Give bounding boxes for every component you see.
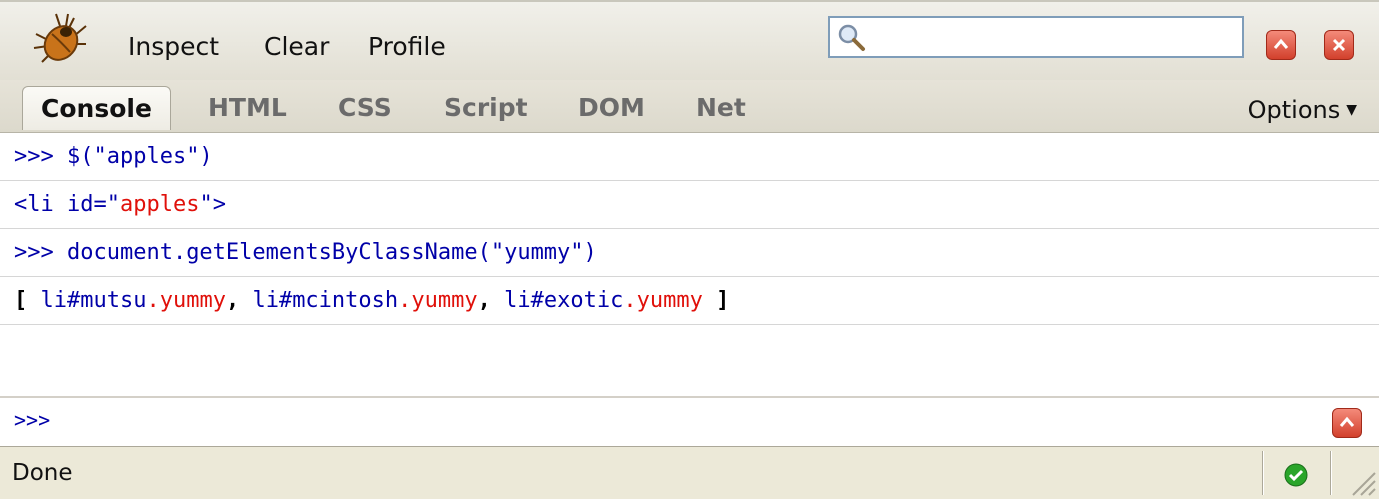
array-close-bracket: ] [702,288,730,313]
separator: , [477,288,505,313]
element-link[interactable]: li#mutsu [41,288,147,313]
close-icon [1332,38,1346,52]
tab-script[interactable]: Script [444,86,528,130]
tab-html[interactable]: HTML [208,86,287,130]
minimize-button[interactable] [1266,30,1296,60]
log-command: document.getElementsByClassName("yummy") [66,240,597,265]
clear-button[interactable]: Clear [264,28,329,66]
options-menu[interactable]: Options ▼ [1248,88,1357,132]
chevron-down-icon: ▼ [1346,102,1357,118]
log-prompt: >>> [14,144,67,169]
command-line: >>> [0,396,1379,446]
log-row-result: [ li#mutsu.yummy, li#mcintosh.yummy, li#… [0,277,1379,325]
log-row-command: >>> $("apples") [0,133,1379,181]
firebug-toolbar: Inspect Clear Profile [0,0,1379,86]
log-row-result[interactable]: <li id="apples"> [0,181,1379,229]
array-open-bracket: [ [14,288,41,313]
console-log: >>> $("apples") <li id="apples"> >>> doc… [0,133,1379,396]
tab-net[interactable]: Net [696,86,746,130]
search-box[interactable] [828,16,1244,58]
status-text: Done [12,460,73,486]
status-bar: Done [0,446,1379,499]
status-divider [1262,451,1263,495]
class-name: yummy [159,288,226,313]
class-name: yummy [411,288,478,313]
tab-css[interactable]: CSS [338,86,392,130]
element-link[interactable]: li#mcintosh [252,288,398,313]
log-prompt: >>> [14,240,67,265]
separator: , [225,288,253,313]
expand-command-line-button[interactable] [1332,408,1362,438]
command-input[interactable] [80,406,1324,440]
inspect-button[interactable]: Inspect [128,28,219,66]
tab-console[interactable]: Console [22,86,171,130]
status-divider [1330,451,1331,495]
class-dot: . [398,288,412,313]
options-label: Options [1247,96,1341,124]
checkmark-icon[interactable] [1284,463,1308,487]
class-dot: . [623,288,637,313]
profile-button[interactable]: Profile [368,28,446,66]
search-icon [836,22,866,52]
close-button[interactable] [1324,30,1354,60]
search-input[interactable] [870,22,1234,54]
minimize-icon [1273,38,1289,49]
resize-grip-icon[interactable] [1347,467,1377,497]
class-dot: . [146,288,160,313]
tag-close: "> [199,192,226,217]
tab-dom[interactable]: DOM [578,86,645,130]
chevron-up-icon [1339,416,1355,427]
log-command: $("apples") [66,144,213,169]
tag-open: <li id=" [14,192,120,217]
attr-value: apples [119,192,200,217]
class-name: yummy [636,288,703,313]
command-prompt: >>> [14,408,51,432]
firebug-icon[interactable] [30,12,90,66]
log-row-command: >>> document.getElementsByClassName("yum… [0,229,1379,277]
panel-tabs: Console HTML CSS Script DOM Net Options ▼ [0,80,1379,133]
element-link[interactable]: li#exotic [504,288,623,313]
